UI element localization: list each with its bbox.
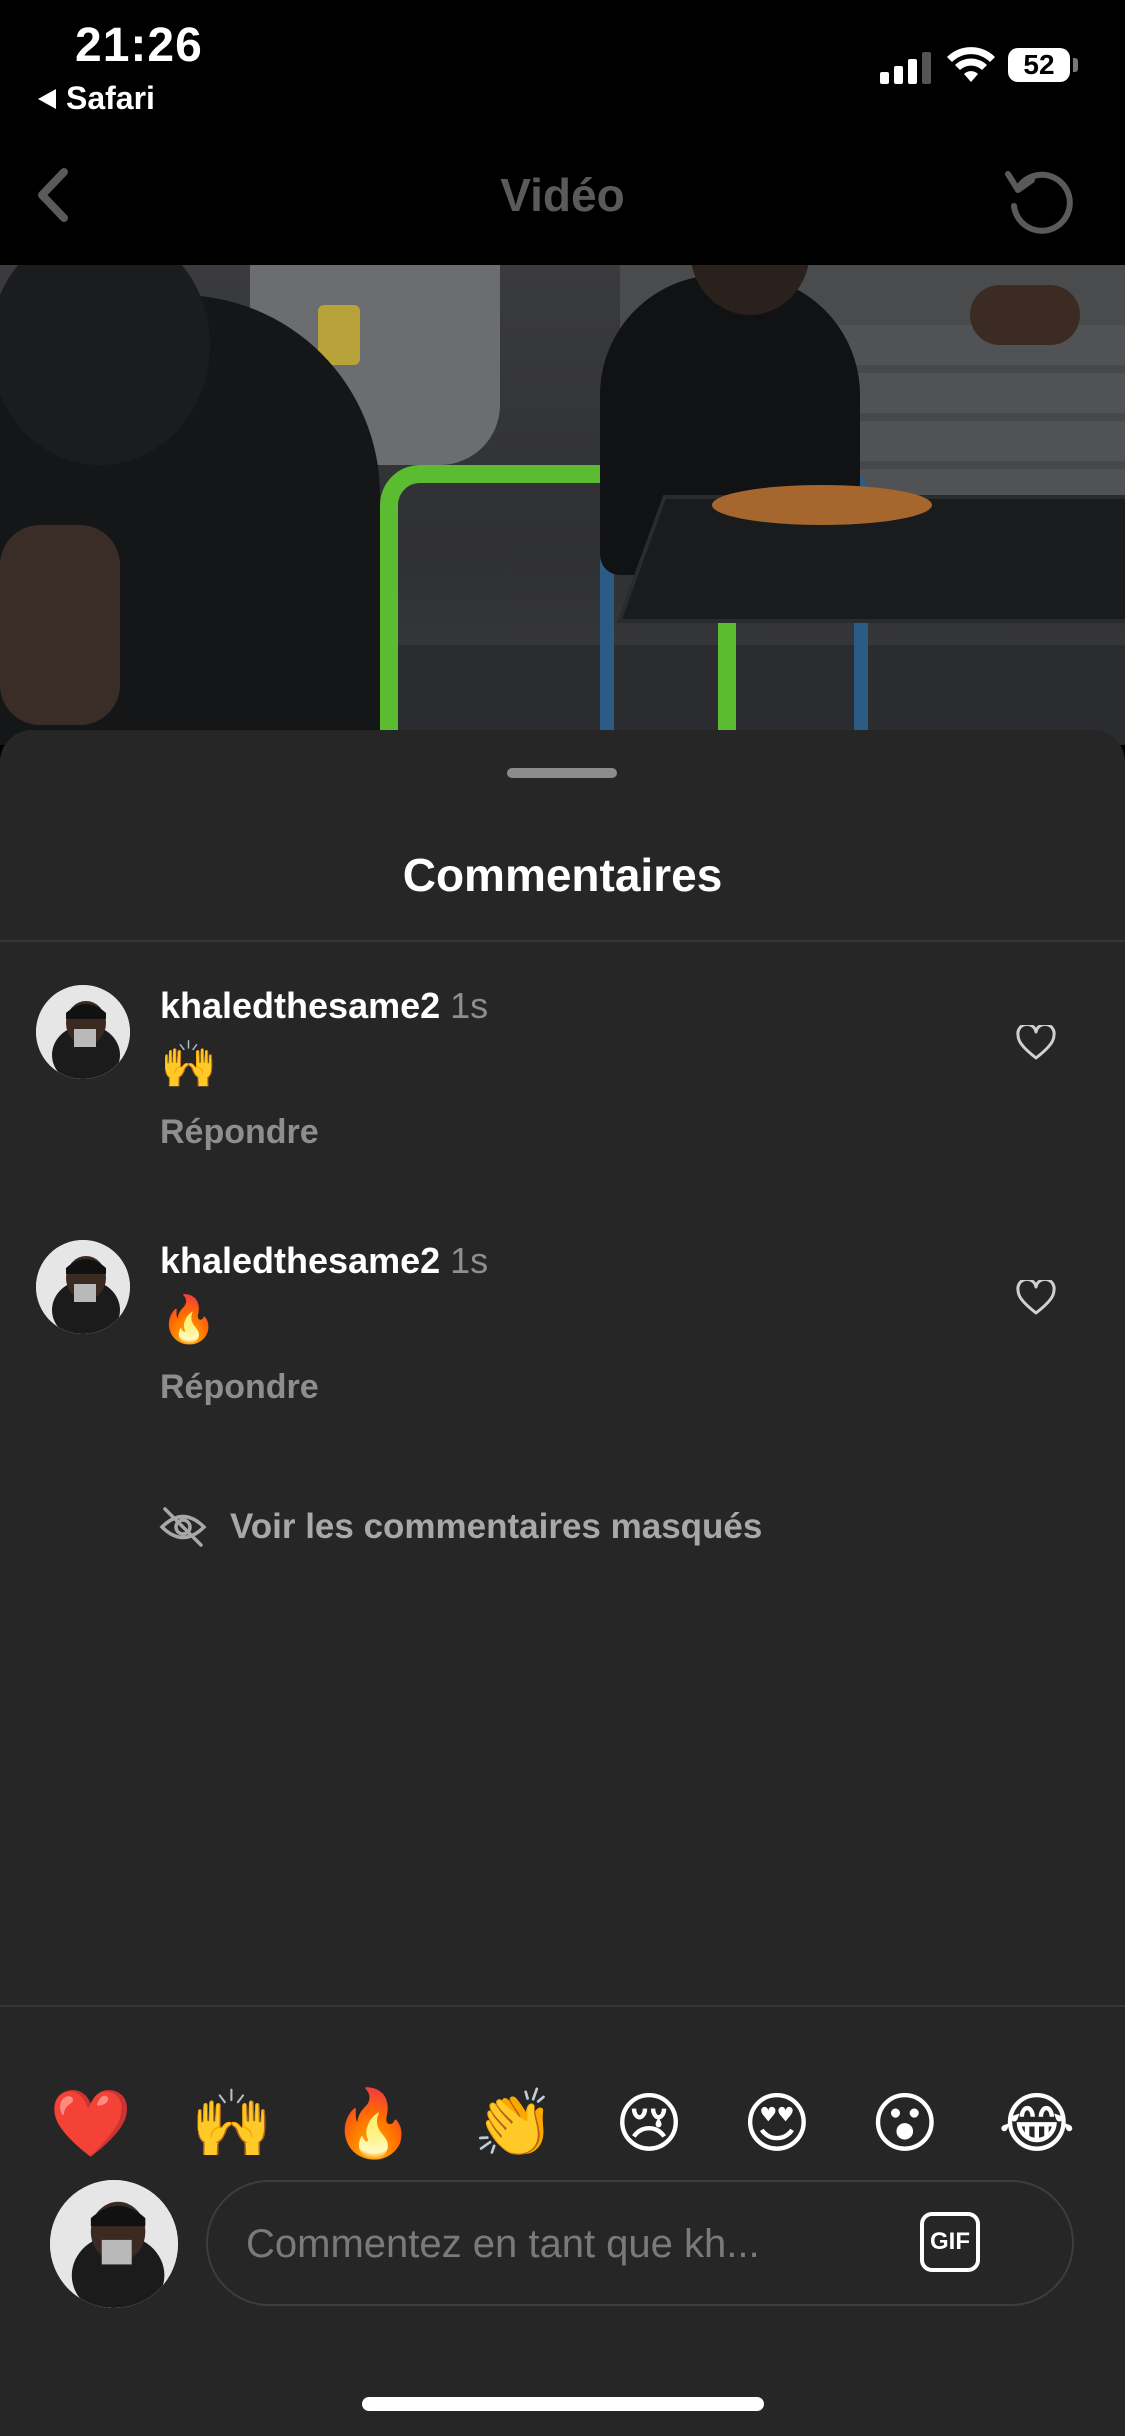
status-bar: 21:26 Safari 52: [0, 0, 1125, 120]
emoji-raised-hands-button[interactable]: 🙌: [191, 2090, 273, 2156]
comment-item: khaledthesame2 1s 🔥 Répondre: [0, 1240, 1125, 1460]
back-app-label: Safari: [66, 80, 155, 116]
comment-text: 🙌: [160, 1038, 218, 1090]
emoji-fire-button[interactable]: 🔥: [332, 2090, 414, 2156]
comment-time: 1s: [450, 985, 489, 1026]
emoji-clap-button[interactable]: 👏: [473, 2090, 555, 2156]
wifi-icon: [947, 47, 995, 82]
like-heart-icon[interactable]: [1016, 1280, 1056, 1316]
comment-text: 🔥: [160, 1293, 218, 1345]
battery-icon: 52: [1008, 48, 1070, 82]
video-preview[interactable]: [0, 265, 1125, 745]
back-triangle-icon: [38, 88, 56, 109]
current-user-avatar: [50, 2180, 178, 2308]
back-to-app-link[interactable]: Safari: [38, 80, 155, 117]
eye-slash-icon: [159, 1507, 207, 1547]
sheet-grabber[interactable]: [507, 768, 617, 778]
gif-button[interactable]: GIF: [920, 2212, 980, 2272]
comment-input-container: GIF: [206, 2180, 1074, 2306]
quick-emoji-bar: ❤️ 🙌 🔥 👏 😢 😍 😮 😂: [0, 2045, 1125, 2200]
home-indicator: [362, 2397, 764, 2411]
emoji-heart-eyes-button[interactable]: 😍: [742, 2090, 811, 2156]
status-time: 21:26: [75, 19, 203, 72]
battery-cap: [1073, 58, 1078, 72]
battery-level: 52: [1023, 49, 1055, 80]
reply-button[interactable]: Répondre: [160, 1113, 319, 1152]
emoji-laugh-button[interactable]: 😂: [998, 2090, 1075, 2156]
top-navigation: Vidéo: [0, 120, 1125, 265]
username-text: khaledthesame2: [160, 1240, 441, 1281]
avatar[interactable]: [36, 1240, 130, 1334]
hidden-comments-label: Voir les commentaires masqués: [230, 1507, 763, 1546]
header-divider: [0, 940, 1125, 942]
emoji-surprised-button[interactable]: 😮: [870, 2090, 939, 2156]
comment-username[interactable]: khaledthesame2 1s: [160, 1240, 488, 1282]
refresh-icon[interactable]: [1000, 160, 1080, 240]
cellular-signal-icon: [880, 50, 931, 84]
avatar[interactable]: [36, 985, 130, 1079]
comment-composer: GIF: [0, 2180, 1125, 2350]
emoji-heart-button[interactable]: ❤️: [50, 2090, 132, 2156]
comment-time: 1s: [450, 1240, 489, 1281]
reply-button[interactable]: Répondre: [160, 1368, 319, 1407]
comment-username[interactable]: khaledthesame2 1s: [160, 985, 488, 1027]
composer-divider: [0, 2005, 1125, 2007]
sheet-title: Commentaires: [402, 849, 723, 901]
like-heart-icon[interactable]: [1016, 1025, 1056, 1061]
username-text: khaledthesame2: [160, 985, 441, 1026]
page-title: Vidéo: [500, 169, 625, 221]
view-hidden-comments-button[interactable]: Voir les commentaires masqués: [158, 1502, 762, 1552]
comments-sheet: Commentaires khaledthesame2 1s 🙌 Répondre: [0, 730, 1125, 2436]
emoji-cry-button[interactable]: 😢: [615, 2090, 684, 2156]
comment-item: khaledthesame2 1s 🙌 Répondre: [0, 985, 1125, 1205]
comment-input[interactable]: [244, 2210, 888, 2278]
